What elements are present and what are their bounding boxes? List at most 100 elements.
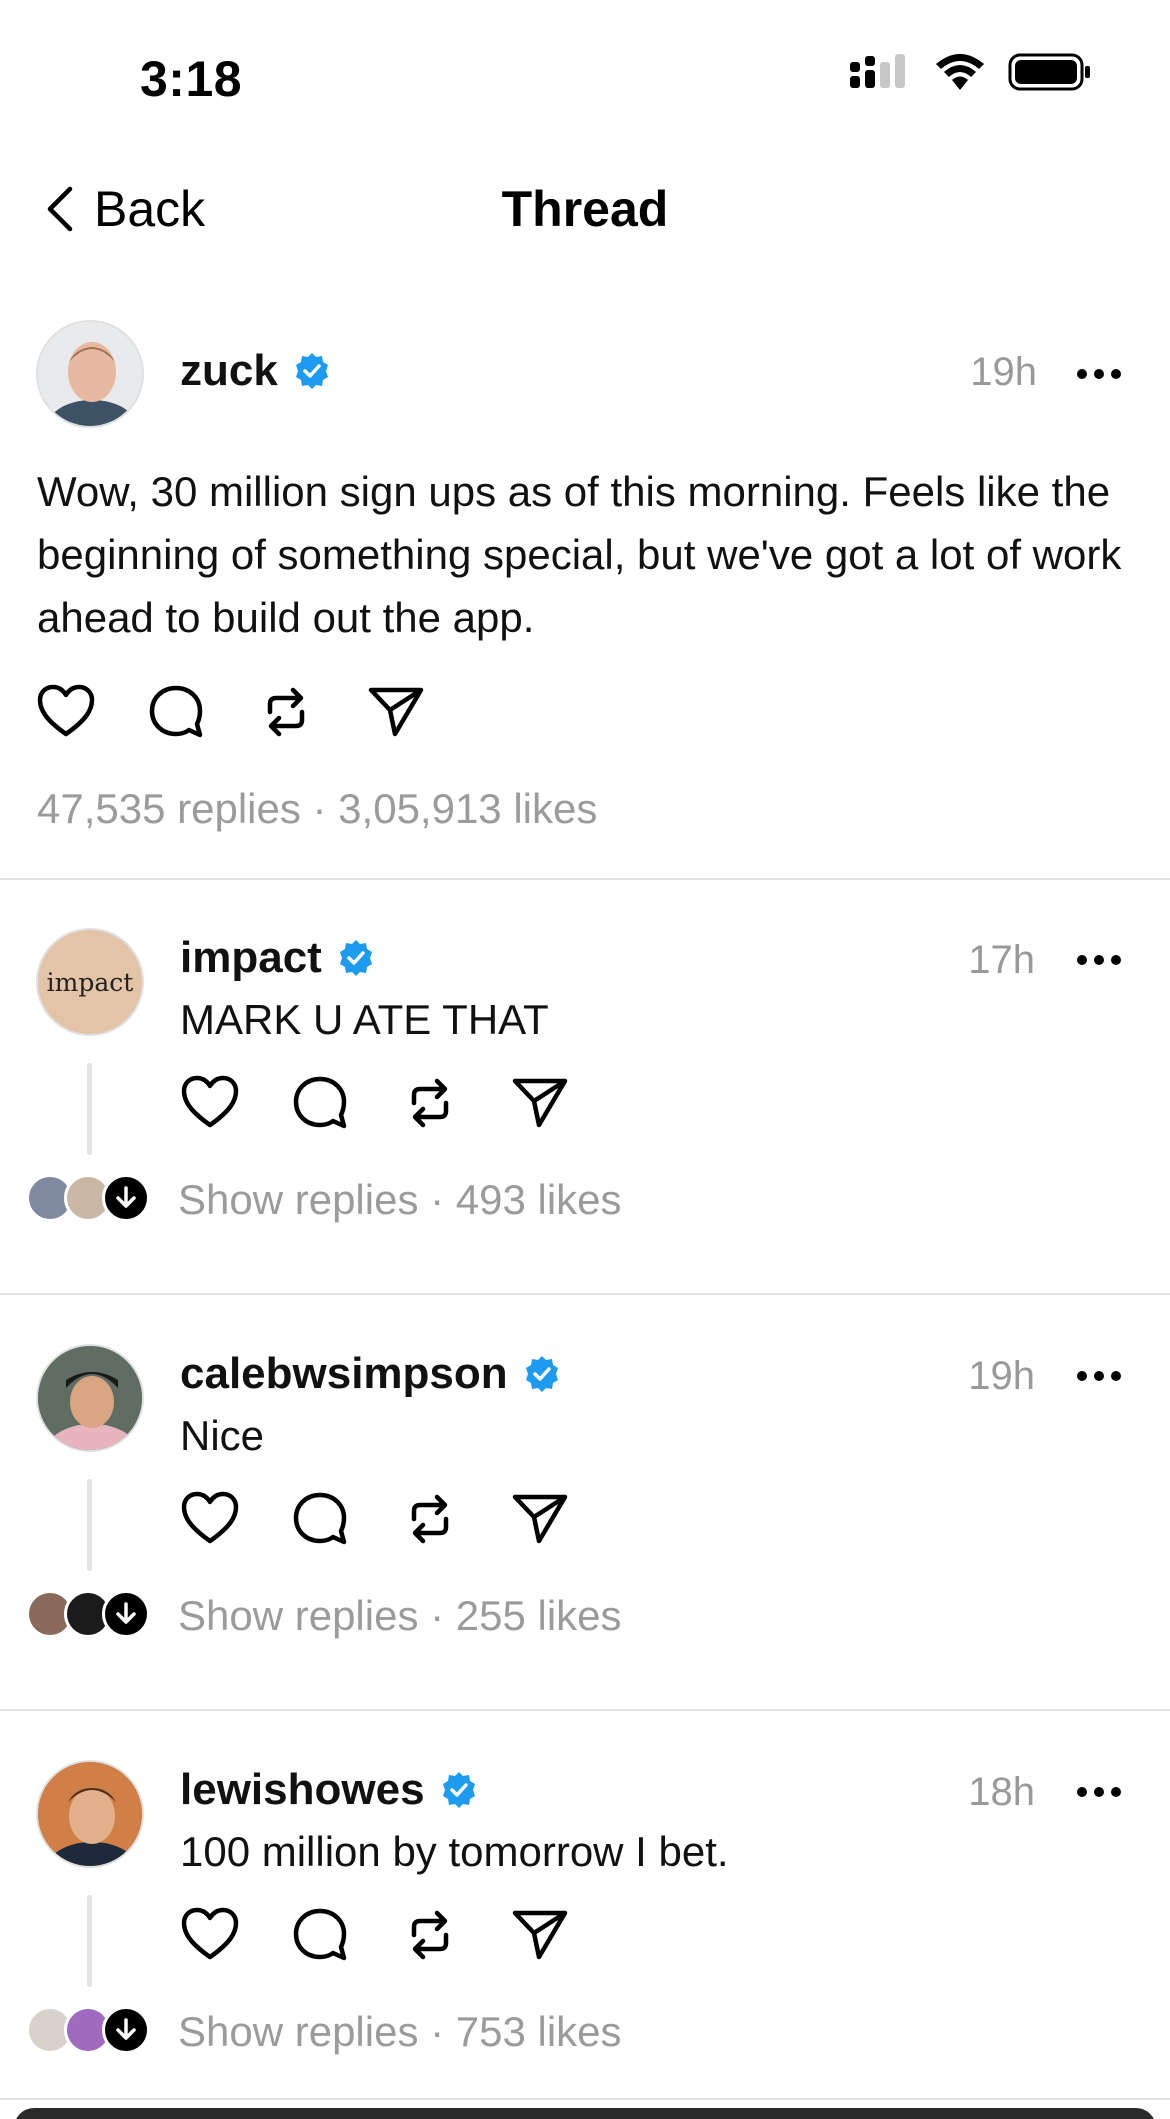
reply-avatars [26,2006,156,2056]
verified-badge-icon [339,940,372,976]
show-replies-link[interactable]: Show replies · 753 likes [178,2008,622,2056]
share-icon [512,1078,568,1128]
wifi-icon [936,54,984,90]
arrow-down-icon [116,2018,136,2040]
post-text: Wow, 30 million sign ups as of this morn… [37,468,1122,641]
nav-bar: Back Thread [0,160,1170,260]
reply-item: lewishowes 18h 100 million by tomorrow I… [0,1720,1170,2119]
bottom-sheet-edge [14,2108,1156,2119]
comment-icon [293,1492,347,1545]
battery-icon [1008,53,1090,91]
reply-actions [180,1073,570,1133]
repost-button[interactable] [400,1905,460,1965]
main-post: zuck 19h Wow, 30 million sign ups as of … [0,300,1170,880]
mini-avatar [102,1590,150,1638]
share-icon [368,687,424,737]
status-icons [850,52,1092,92]
arrow-down-icon [116,1186,136,1208]
post-actions [36,682,426,742]
divider [0,1709,1170,1711]
repost-button[interactable] [400,1489,460,1549]
more-icon[interactable] [1076,1782,1122,1802]
arrow-down-icon [116,1602,136,1624]
comment-icon [293,1076,347,1129]
reply-time: 18h [968,1770,1035,1814]
reply-item: calebwsimpson 19h Nice Show replies · 25… [0,1304,1170,1719]
heart-icon [181,1907,239,1960]
divider [0,2098,1170,2100]
like-button[interactable] [180,1073,240,1133]
share-button[interactable] [366,682,426,742]
author-row: impact [180,933,376,983]
reply-text: Nice [180,1412,265,1459]
repost-icon [411,1494,449,1544]
thread-line [87,1063,92,1155]
reply-username[interactable]: calebwsimpson [180,1349,508,1399]
author-row: zuck [180,346,332,396]
repost-icon [411,1078,449,1128]
repost-icon [411,1910,449,1960]
mini-avatar [102,2006,150,2054]
avatar[interactable] [36,1344,144,1452]
reply-actions [180,1905,570,1965]
author-row: lewishowes [180,1765,479,1815]
heart-icon [37,684,95,737]
repost-button[interactable] [400,1073,460,1133]
share-icon [512,1910,568,1960]
share-button[interactable] [510,1073,570,1133]
comment-button[interactable] [146,682,206,742]
show-replies-link[interactable]: Show replies · 493 likes [178,1176,622,1224]
avatar-image [38,322,142,426]
status-time: 3:18 [140,51,243,107]
author-row: calebwsimpson [180,1349,562,1399]
repost-icon [267,687,305,737]
like-button[interactable] [180,1905,240,1965]
share-icon [512,1494,568,1544]
more-icon[interactable] [1076,364,1122,384]
reply-text: MARK U ATE THAT [180,996,549,1043]
like-button[interactable] [36,682,96,742]
avatar-label: impact [46,967,134,997]
like-button[interactable] [180,1489,240,1549]
reply-username[interactable]: lewishowes [180,1765,425,1815]
avatar[interactable] [36,320,144,428]
heart-icon [181,1075,239,1128]
comment-button[interactable] [290,1905,350,1965]
share-button[interactable] [510,1905,570,1965]
show-replies-link[interactable]: Show replies · 255 likes [178,1592,622,1640]
verified-badge-icon [442,1772,475,1808]
more-icon[interactable] [1076,1366,1122,1386]
thread-line [87,1479,92,1571]
avatar-image [38,1762,142,1866]
reply-time: 19h [968,1354,1035,1398]
reply-time: 17h [968,938,1035,982]
reply-avatars [26,1590,156,1640]
post-time: 19h [970,350,1037,394]
heart-icon [181,1491,239,1544]
comment-icon [293,1908,347,1961]
comment-icon [149,685,203,738]
more-icon[interactable] [1076,950,1122,970]
divider [0,1293,1170,1295]
verified-badge-icon [295,353,328,389]
divider [0,878,1170,880]
comment-button[interactable] [290,1073,350,1133]
post-stats[interactable]: 47,535 replies · 3,05,913 likes [37,785,597,833]
avatar[interactable] [36,1760,144,1868]
reply-item: impact impact 17h MARK U ATE THAT Show r… [0,888,1170,1303]
author-username[interactable]: zuck [180,346,278,396]
reply-avatars [26,1174,156,1224]
status-bar: 3:18 [0,0,1170,150]
reply-text: 100 million by tomorrow I bet. [180,1828,729,1875]
signal-icon [850,54,905,88]
verified-badge-icon [525,1356,558,1392]
avatar-image [38,1346,142,1450]
repost-button[interactable] [256,682,316,742]
share-button[interactable] [510,1489,570,1549]
page-title: Thread [501,181,669,237]
mini-avatar [102,1174,150,1222]
reply-username[interactable]: impact [180,933,322,983]
comment-button[interactable] [290,1489,350,1549]
thread-line [87,1895,92,1987]
avatar[interactable]: impact [36,928,144,1036]
